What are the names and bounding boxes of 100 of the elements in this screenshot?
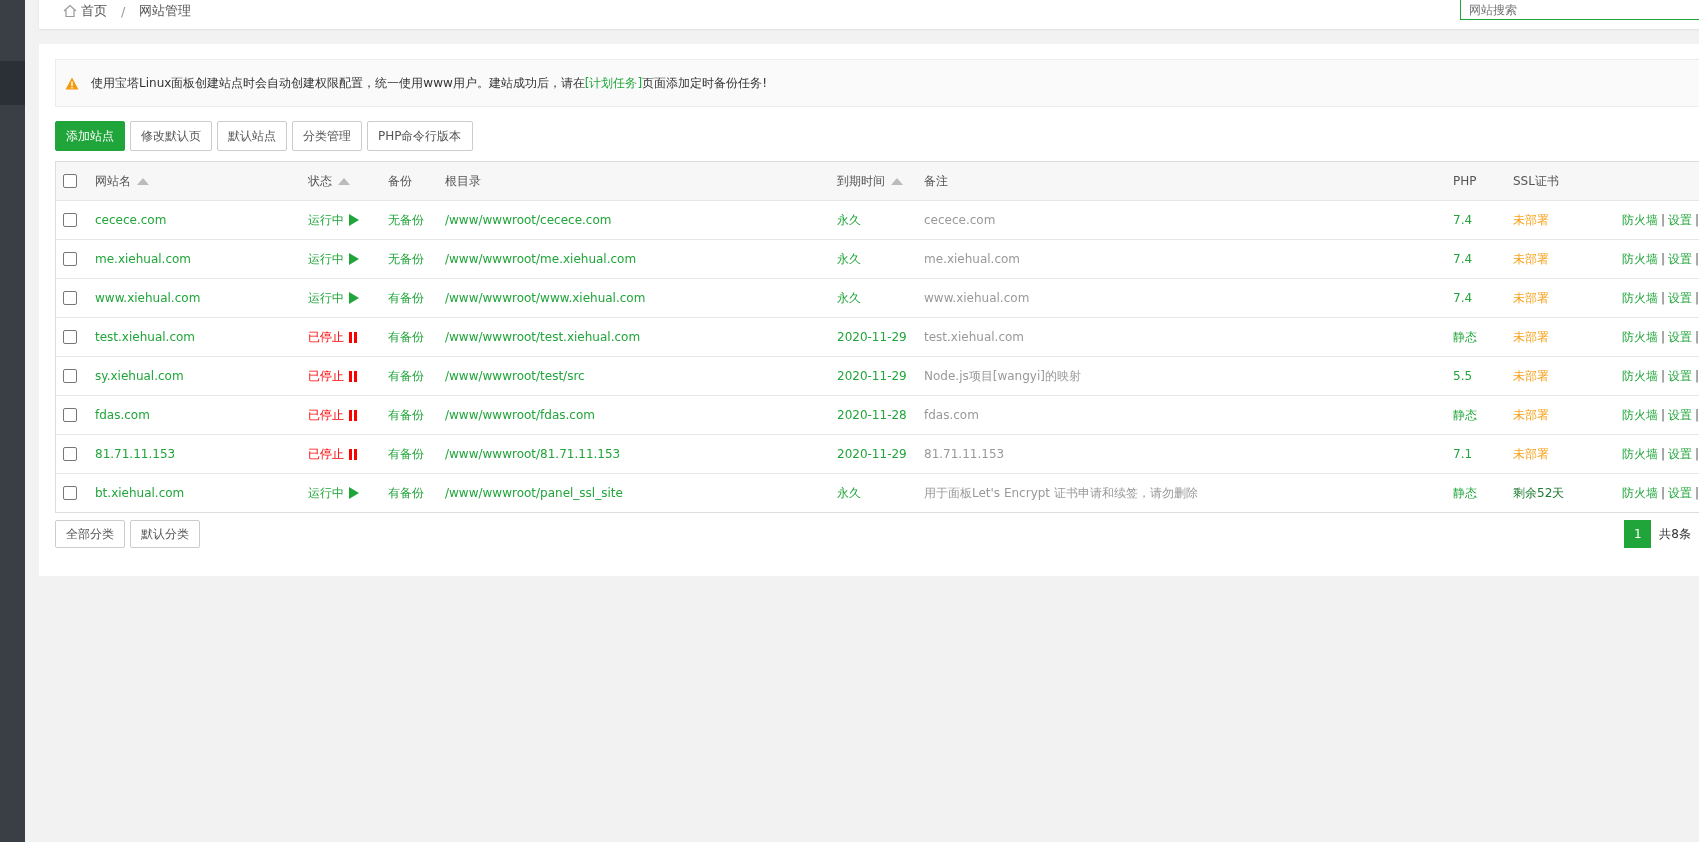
action-link[interactable]: 防火墙 bbox=[1622, 211, 1658, 229]
ssl-link[interactable]: 未部署 bbox=[1513, 250, 1549, 268]
toolbar-button[interactable]: 添加站点 bbox=[55, 121, 125, 151]
search-field[interactable]: 网站搜索 bbox=[1460, 0, 1699, 20]
backup-link[interactable]: 有备份 bbox=[388, 289, 424, 307]
action-link[interactable]: 设置 bbox=[1668, 289, 1693, 307]
root-path-link[interactable]: /www/wwwroot/panel_ssl_site bbox=[445, 486, 623, 500]
row-checkbox[interactable] bbox=[63, 330, 77, 344]
ssl-link[interactable]: 未部署 bbox=[1513, 367, 1549, 385]
expiry-link[interactable]: 2020-11-28 bbox=[837, 408, 907, 422]
root-path-link[interactable]: /www/wwwroot/cecece.com bbox=[445, 213, 612, 227]
action-link[interactable]: 防火墙 bbox=[1622, 445, 1658, 463]
row-checkbox[interactable] bbox=[63, 486, 77, 500]
status-toggle[interactable]: 运行中 bbox=[308, 289, 359, 307]
php-version-link[interactable]: 7.4 bbox=[1453, 213, 1473, 227]
column-header[interactable]: 到期时间 bbox=[837, 172, 885, 190]
expiry-link[interactable]: 2020-11-29 bbox=[837, 447, 907, 461]
site-name-link[interactable]: www.xiehual.com bbox=[95, 291, 201, 305]
ssl-link[interactable]: 未部署 bbox=[1513, 406, 1549, 424]
action-link[interactable]: 设置 bbox=[1668, 328, 1693, 346]
site-name-link[interactable]: sy.xiehual.com bbox=[95, 369, 184, 383]
backup-link[interactable]: 有备份 bbox=[388, 484, 424, 502]
toolbar-button[interactable]: PHP命令行版本 bbox=[367, 121, 473, 151]
action-link[interactable]: 设置 bbox=[1668, 250, 1693, 268]
status-toggle[interactable]: 运行中 bbox=[308, 484, 359, 502]
action-link[interactable]: 防火墙 bbox=[1622, 289, 1658, 307]
ssl-link[interactable]: 未部署 bbox=[1513, 445, 1549, 463]
row-checkbox[interactable] bbox=[63, 408, 77, 422]
root-path-link[interactable]: /www/wwwroot/test.xiehual.com bbox=[445, 330, 641, 344]
backup-link[interactable]: 无备份 bbox=[388, 250, 424, 268]
status-toggle[interactable]: 运行中 bbox=[308, 250, 359, 268]
root-path-link[interactable]: /www/wwwroot/81.71.11.153 bbox=[445, 447, 621, 461]
php-version-link[interactable]: 7.1 bbox=[1453, 447, 1473, 461]
note-text[interactable]: test.xiehual.com bbox=[924, 330, 1025, 344]
root-path-link[interactable]: /www/wwwroot/me.xiehual.com bbox=[445, 252, 637, 266]
php-version-link[interactable]: 静态 bbox=[1453, 328, 1477, 346]
action-link[interactable]: 防火墙 bbox=[1622, 367, 1658, 385]
status-toggle[interactable]: 已停止 bbox=[308, 406, 357, 424]
row-checkbox[interactable] bbox=[63, 369, 77, 383]
note-text[interactable]: 81.71.11.153 bbox=[924, 447, 1005, 461]
backup-link[interactable]: 有备份 bbox=[388, 445, 424, 463]
expiry-link[interactable]: 2020-11-29 bbox=[837, 369, 907, 383]
select-all-checkbox[interactable] bbox=[63, 174, 77, 188]
row-checkbox[interactable] bbox=[63, 447, 77, 461]
status-toggle[interactable]: 运行中 bbox=[308, 211, 359, 229]
action-link[interactable]: 防火墙 bbox=[1622, 250, 1658, 268]
php-version-link[interactable]: 静态 bbox=[1453, 406, 1477, 424]
backup-link[interactable]: 有备份 bbox=[388, 406, 424, 424]
site-name-link[interactable]: me.xiehual.com bbox=[95, 252, 192, 266]
note-text[interactable]: fdas.com bbox=[924, 408, 979, 422]
action-link[interactable]: 设置 bbox=[1668, 484, 1693, 502]
note-text[interactable]: me.xiehual.com bbox=[924, 252, 1021, 266]
expiry-link[interactable]: 2020-11-29 bbox=[837, 330, 907, 344]
row-checkbox[interactable] bbox=[63, 291, 77, 305]
backup-link[interactable]: 有备份 bbox=[388, 367, 424, 385]
site-name-link[interactable]: 81.71.11.153 bbox=[95, 447, 176, 461]
status-toggle[interactable]: 已停止 bbox=[308, 445, 357, 463]
site-name-link[interactable]: bt.xiehual.com bbox=[95, 486, 185, 500]
backup-link[interactable]: 有备份 bbox=[388, 328, 424, 346]
ssl-link[interactable]: 未部署 bbox=[1513, 328, 1549, 346]
root-path-link[interactable]: /www/wwwroot/fdas.com bbox=[445, 408, 595, 422]
action-link[interactable]: 设置 bbox=[1668, 445, 1693, 463]
breadcrumb-link[interactable]: 首页 bbox=[81, 2, 107, 20]
ssl-link[interactable]: 剩余52天 bbox=[1513, 484, 1565, 502]
row-checkbox[interactable] bbox=[63, 252, 77, 266]
category-button[interactable]: 全部分类 bbox=[55, 520, 125, 548]
expiry-link[interactable]: 永久 bbox=[837, 211, 861, 229]
ssl-link[interactable]: 未部署 bbox=[1513, 211, 1549, 229]
action-link[interactable]: 设置 bbox=[1668, 211, 1693, 229]
site-name-link[interactable]: cecece.com bbox=[95, 213, 167, 227]
status-toggle[interactable]: 已停止 bbox=[308, 328, 357, 346]
note-text[interactable]: Node.js项目[wangyi]的映射 bbox=[924, 367, 1081, 385]
php-version-link[interactable]: 5.5 bbox=[1453, 369, 1473, 383]
action-link[interactable]: 设置 bbox=[1668, 367, 1693, 385]
action-link[interactable]: 防火墙 bbox=[1622, 406, 1658, 424]
category-button[interactable]: 默认分类 bbox=[130, 520, 200, 548]
toolbar-button[interactable]: 默认站点 bbox=[217, 121, 287, 151]
column-header[interactable]: 网站名 bbox=[95, 172, 131, 190]
expiry-link[interactable]: 永久 bbox=[837, 484, 861, 502]
home-icon[interactable] bbox=[63, 4, 77, 18]
action-link[interactable]: 防火墙 bbox=[1622, 484, 1658, 502]
note-text[interactable]: www.xiehual.com bbox=[924, 291, 1030, 305]
expiry-link[interactable]: 永久 bbox=[837, 250, 861, 268]
action-link[interactable]: 设置 bbox=[1668, 406, 1693, 424]
page-button[interactable]: 1 bbox=[1624, 520, 1652, 548]
status-toggle[interactable]: 已停止 bbox=[308, 367, 357, 385]
backup-link[interactable]: 无备份 bbox=[388, 211, 424, 229]
php-version-link[interactable]: 静态 bbox=[1453, 484, 1477, 502]
note-text[interactable]: cecece.com bbox=[924, 213, 996, 227]
task-link[interactable]: [计划任务] bbox=[584, 75, 643, 90]
ssl-link[interactable]: 未部署 bbox=[1513, 289, 1549, 307]
root-path-link[interactable]: /www/wwwroot/test/src bbox=[445, 369, 585, 383]
site-name-link[interactable]: fdas.com bbox=[95, 408, 150, 422]
php-version-link[interactable]: 7.4 bbox=[1453, 252, 1473, 266]
action-link[interactable]: 防火墙 bbox=[1622, 328, 1658, 346]
root-path-link[interactable]: /www/wwwroot/www.xiehual.com bbox=[445, 291, 646, 305]
note-text[interactable]: 用于面板Let's Encrypt 证书申请和续签，请勿删除 bbox=[924, 484, 1198, 502]
row-checkbox[interactable] bbox=[63, 213, 77, 227]
site-name-link[interactable]: test.xiehual.com bbox=[95, 330, 196, 344]
column-header[interactable]: 状态 bbox=[308, 172, 332, 190]
